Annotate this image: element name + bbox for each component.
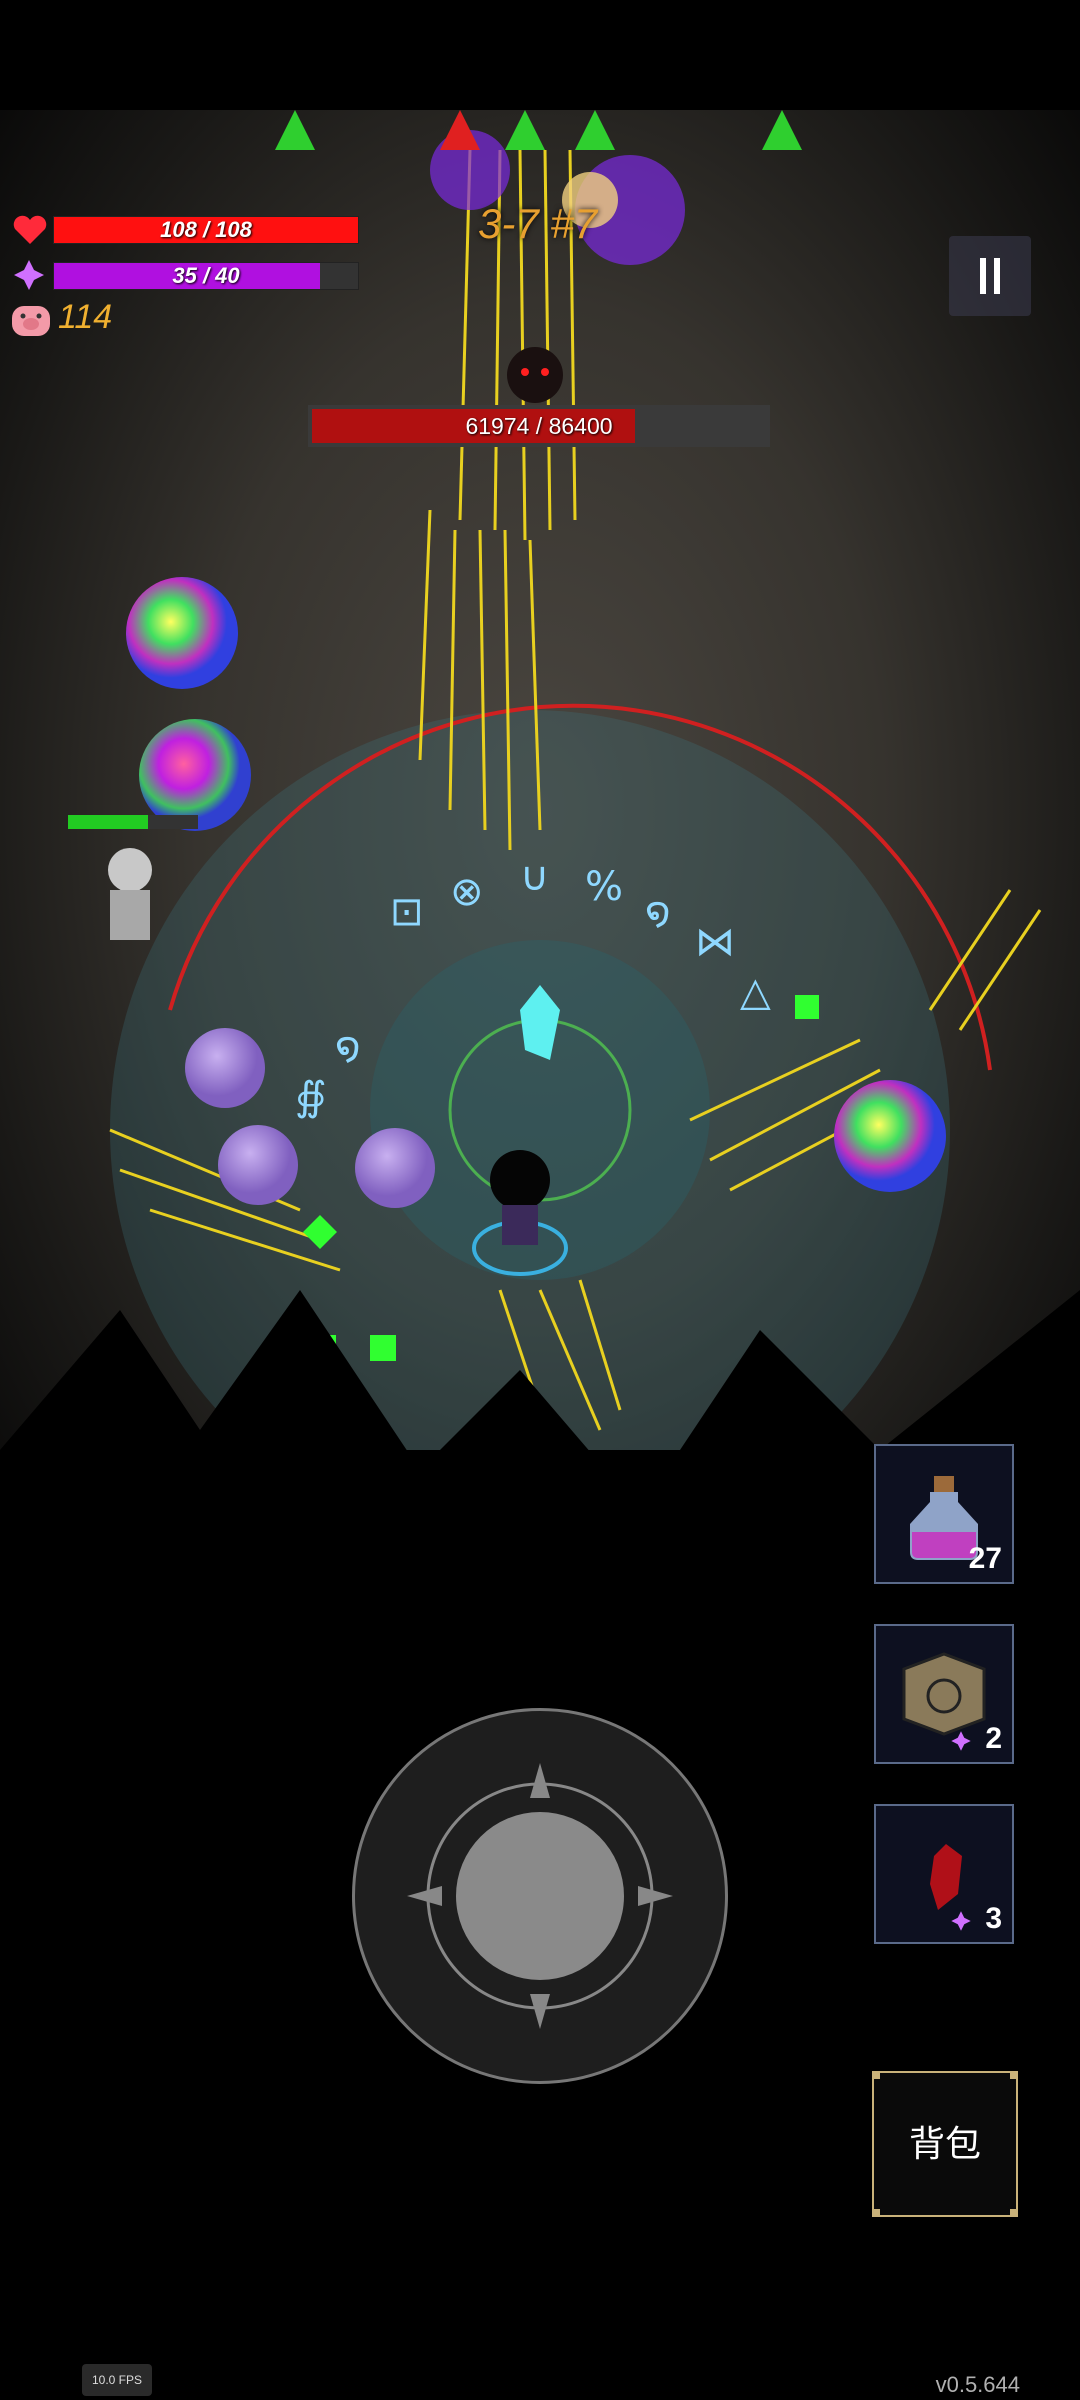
svg-text:△: △: [740, 969, 771, 1015]
joystick-knob: [456, 1812, 624, 1980]
bag-button[interactable]: 背包: [872, 2071, 1018, 2217]
pig-coin-icon: [12, 306, 50, 336]
mana-gem-icon: [951, 1911, 971, 1931]
item-count: 3: [985, 1902, 1002, 1935]
item-slot-mana-potion[interactable]: 27: [874, 1444, 1014, 1584]
boss-health-bar: 61974 / 86400: [308, 405, 770, 447]
mana-label: 35 / 40: [172, 263, 240, 288]
stage-label: 3-7 #7: [478, 200, 598, 247]
coin-counter: 114: [58, 298, 113, 336]
joystick-ring: [407, 1763, 673, 2029]
svg-text:∯: ∯: [295, 1074, 327, 1120]
mana-bar: 35 / 40: [53, 262, 359, 290]
corner-ornament: [872, 2071, 880, 2079]
boss-health-label: 61974 / 86400: [465, 413, 613, 439]
health-label: 108 / 108: [160, 217, 252, 242]
joystick[interactable]: [352, 1708, 728, 2084]
mana-gem-icon: [14, 260, 44, 290]
pause-button[interactable]: [949, 236, 1031, 316]
item-count: 27: [968, 1542, 1002, 1575]
heart-icon: [13, 215, 47, 244]
mana-gem-icon: [951, 1731, 971, 1751]
svg-text:໑: ໑: [645, 889, 671, 935]
pause-icon: [980, 258, 986, 294]
svg-text:∪: ∪: [520, 854, 549, 900]
svg-text:%: %: [585, 864, 623, 910]
game-screen: ∯ ໑ ⊡ ⊗ ∪% ໑ ⋈ △ 108 / 108 35 / 40 114 3…: [0, 0, 1080, 2400]
bag-label: 背包: [908, 2123, 981, 2164]
svg-text:⊗: ⊗: [450, 869, 484, 915]
corner-ornament: [1010, 2071, 1018, 2079]
item-slot-red-crystal[interactable]: 3: [874, 1804, 1014, 1944]
corner-ornament: [1010, 2209, 1018, 2217]
item-slot-rune-box[interactable]: 2: [874, 1624, 1014, 1764]
svg-text:⋈: ⋈: [695, 919, 735, 965]
pause-icon-bar: [994, 258, 1000, 294]
svg-text:⊡: ⊡: [390, 889, 424, 935]
item-count: 2: [985, 1722, 1002, 1755]
corner-ornament: [872, 2209, 880, 2217]
version-label: v0.5.644: [935, 2372, 1020, 2397]
fps-counter: 10.0 FPS: [82, 2364, 152, 2396]
health-bar: 108 / 108: [53, 216, 359, 244]
svg-text:໑: ໑: [335, 1024, 361, 1070]
